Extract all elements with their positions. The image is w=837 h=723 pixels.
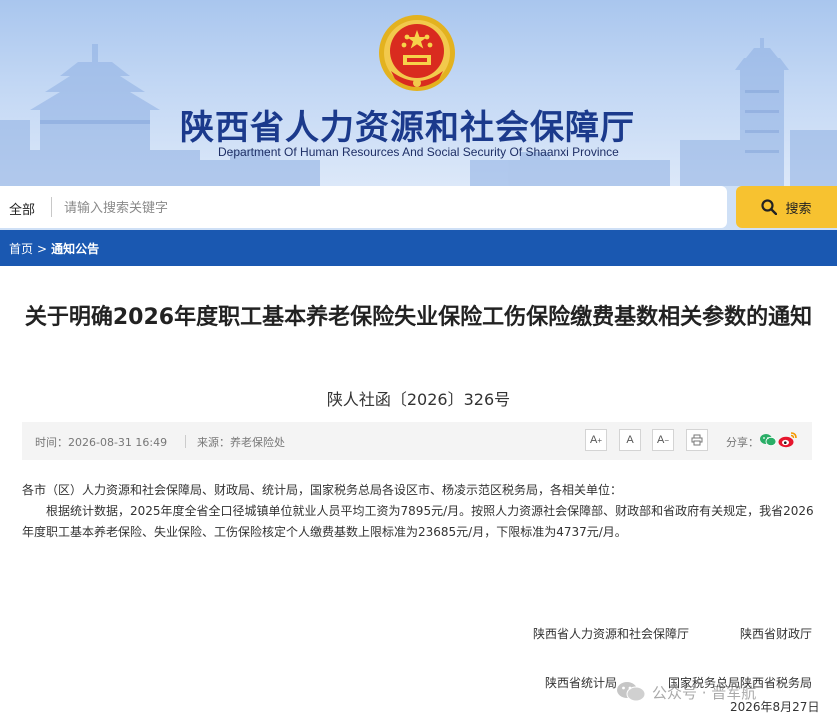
- search-scope-selector[interactable]: 全部: [9, 199, 35, 218]
- breadcrumb-current-link[interactable]: 通知公告: [51, 242, 99, 256]
- minus-sign-icon: −: [664, 435, 669, 445]
- search-button-label: 搜索: [785, 201, 812, 217]
- plus-sign-icon: +: [597, 435, 602, 445]
- signature-stats: 陕西省统计局: [545, 676, 618, 690]
- breadcrumb-bar: 首页 > 通知公告: [0, 230, 837, 266]
- font-larger-button[interactable]: A +: [585, 429, 607, 451]
- wechat-official-account-icon: [617, 682, 646, 702]
- watermark-text: 公众号 · 晋军航: [652, 683, 757, 702]
- site-subtitle: Department Of Human Resources And Social…: [218, 145, 619, 159]
- search-scope-divider: [51, 197, 52, 217]
- search-button[interactable]: 搜索: [736, 186, 837, 228]
- breadcrumb-home-link[interactable]: 首页: [9, 242, 33, 256]
- article-meta-bar: 时间：2026-08-31 16:49 来源：养老保险处 A + A A − 分享：: [22, 422, 812, 460]
- font-larger-label: A: [589, 434, 598, 446]
- publish-time: 时间：2026-08-31 16:49: [35, 436, 168, 449]
- article-body: 各市（区）人力资源和社会保障局、财政局、统计局，国家税务总局各设区市、杨凌示范区…: [22, 480, 815, 543]
- signature-finance: 陕西省财政厅: [740, 627, 813, 641]
- breadcrumb: 首页 > 通知公告: [9, 240, 99, 257]
- search-box: 全部: [0, 186, 727, 228]
- font-smaller-label: A: [656, 434, 665, 446]
- site-title: 陕西省人力资源和社会保障厅: [180, 108, 635, 148]
- wechat-icon[interactable]: [760, 433, 776, 447]
- print-button[interactable]: [686, 429, 708, 451]
- font-normal-label: A: [626, 434, 634, 446]
- font-smaller-button[interactable]: A −: [652, 429, 674, 451]
- print-icon: [691, 434, 703, 446]
- share-label: 分享：: [726, 436, 759, 449]
- article-paragraph: 根据统计数据，2025年度全省全口径城镇单位就业人员平均工资为7895元/月。按…: [22, 504, 814, 539]
- article-source: 来源：养老保险处: [197, 436, 285, 449]
- article-title: 关于明确2026年度职工基本养老保险失业保险工伤保险缴费基数相关参数的通知: [24, 305, 813, 330]
- search-bar: 全部 搜索: [0, 186, 837, 230]
- national-emblem-icon: [379, 15, 455, 91]
- document-number: 陕人社函〔2026〕326号: [326, 390, 511, 409]
- meta-divider: [185, 435, 186, 448]
- magnifier-icon: [761, 199, 778, 215]
- breadcrumb-separator: >: [37, 242, 48, 256]
- font-normal-button[interactable]: A: [619, 429, 641, 451]
- header-banner: 陕西省人力资源和社会保障厅 Department Of Human Resour…: [0, 0, 837, 186]
- signature-hrss: 陕西省人力资源和社会保障厅: [533, 627, 690, 641]
- weibo-icon[interactable]: [778, 431, 798, 448]
- wechat-account-watermark: 公众号 · 晋军航: [616, 680, 756, 704]
- article-salutation: 各市（区）人力资源和社会保障局、财政局、统计局，国家税务总局各设区市、杨凌示范区…: [22, 483, 623, 497]
- search-input[interactable]: [62, 193, 706, 223]
